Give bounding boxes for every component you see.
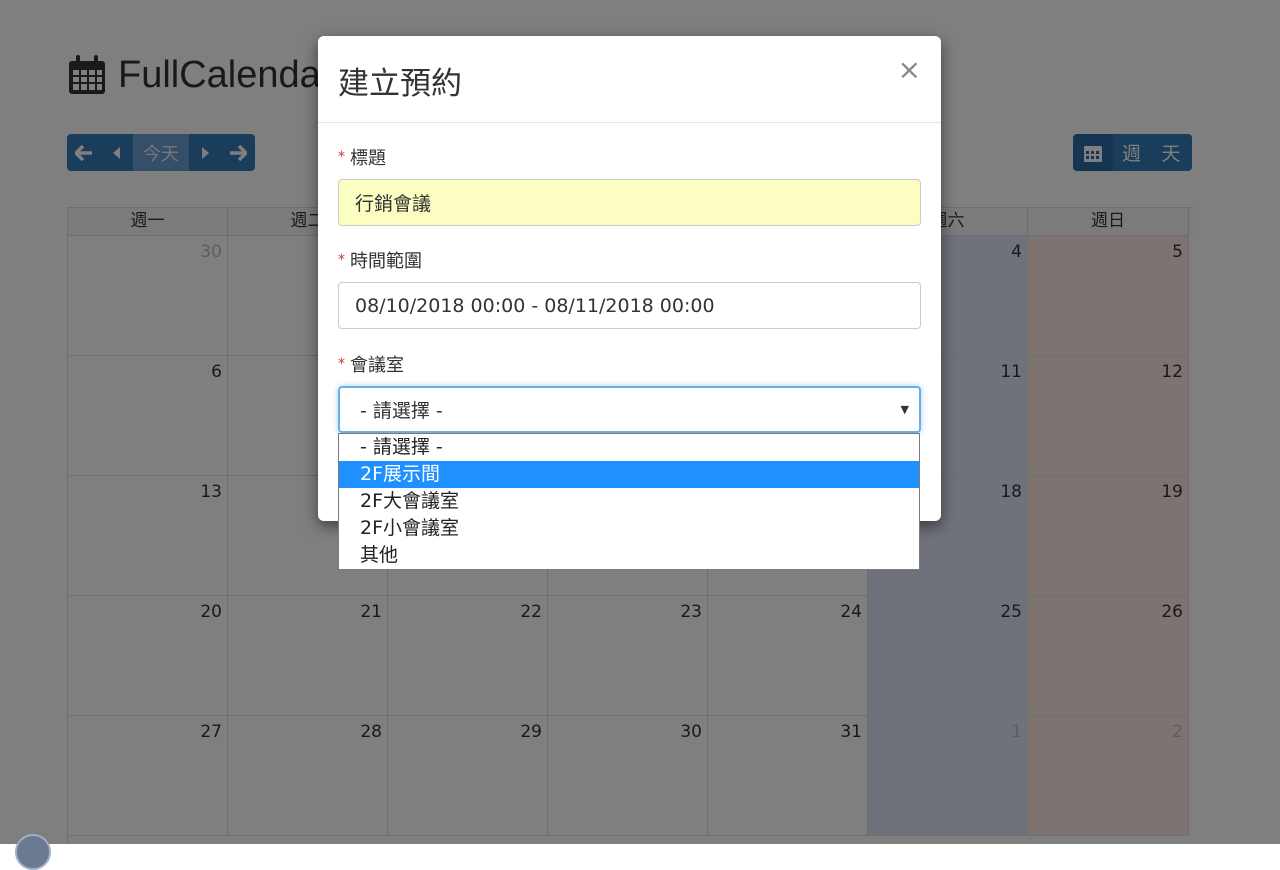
room-option[interactable]: 2F大會議室 bbox=[339, 488, 919, 515]
room-option[interactable]: 其他 bbox=[339, 542, 919, 569]
close-icon[interactable]: × bbox=[898, 56, 921, 84]
required-mark: * bbox=[338, 149, 345, 165]
room-option[interactable]: - 請選擇 - bbox=[339, 434, 919, 461]
modal-header: 建立預約 × bbox=[318, 36, 941, 123]
required-mark: * bbox=[338, 356, 345, 372]
time-range-field-label: * 時間範圍 bbox=[338, 251, 422, 272]
room-option[interactable]: 2F小會議室 bbox=[339, 515, 919, 542]
required-mark: * bbox=[338, 252, 345, 268]
room-field-label: * 會議室 bbox=[338, 355, 404, 376]
floating-badge[interactable] bbox=[15, 834, 51, 870]
title-input[interactable]: 行銷會議 bbox=[338, 179, 921, 226]
room-select-value: - 請選擇 - bbox=[360, 400, 443, 422]
room-options-list: - 請選擇 - 2F展示間 2F大會議室 2F小會議室 其他 bbox=[338, 433, 920, 570]
room-option[interactable]: 2F展示間 bbox=[339, 461, 919, 488]
title-field-label: * 標題 bbox=[338, 148, 386, 169]
caret-down-icon: ▼ bbox=[900, 403, 909, 416]
time-range-input[interactable]: 08/10/2018 00:00 - 08/11/2018 00:00 bbox=[338, 282, 921, 329]
modal-title: 建立預約 bbox=[338, 66, 462, 102]
room-select[interactable]: - 請選擇 - ▼ bbox=[338, 386, 921, 433]
